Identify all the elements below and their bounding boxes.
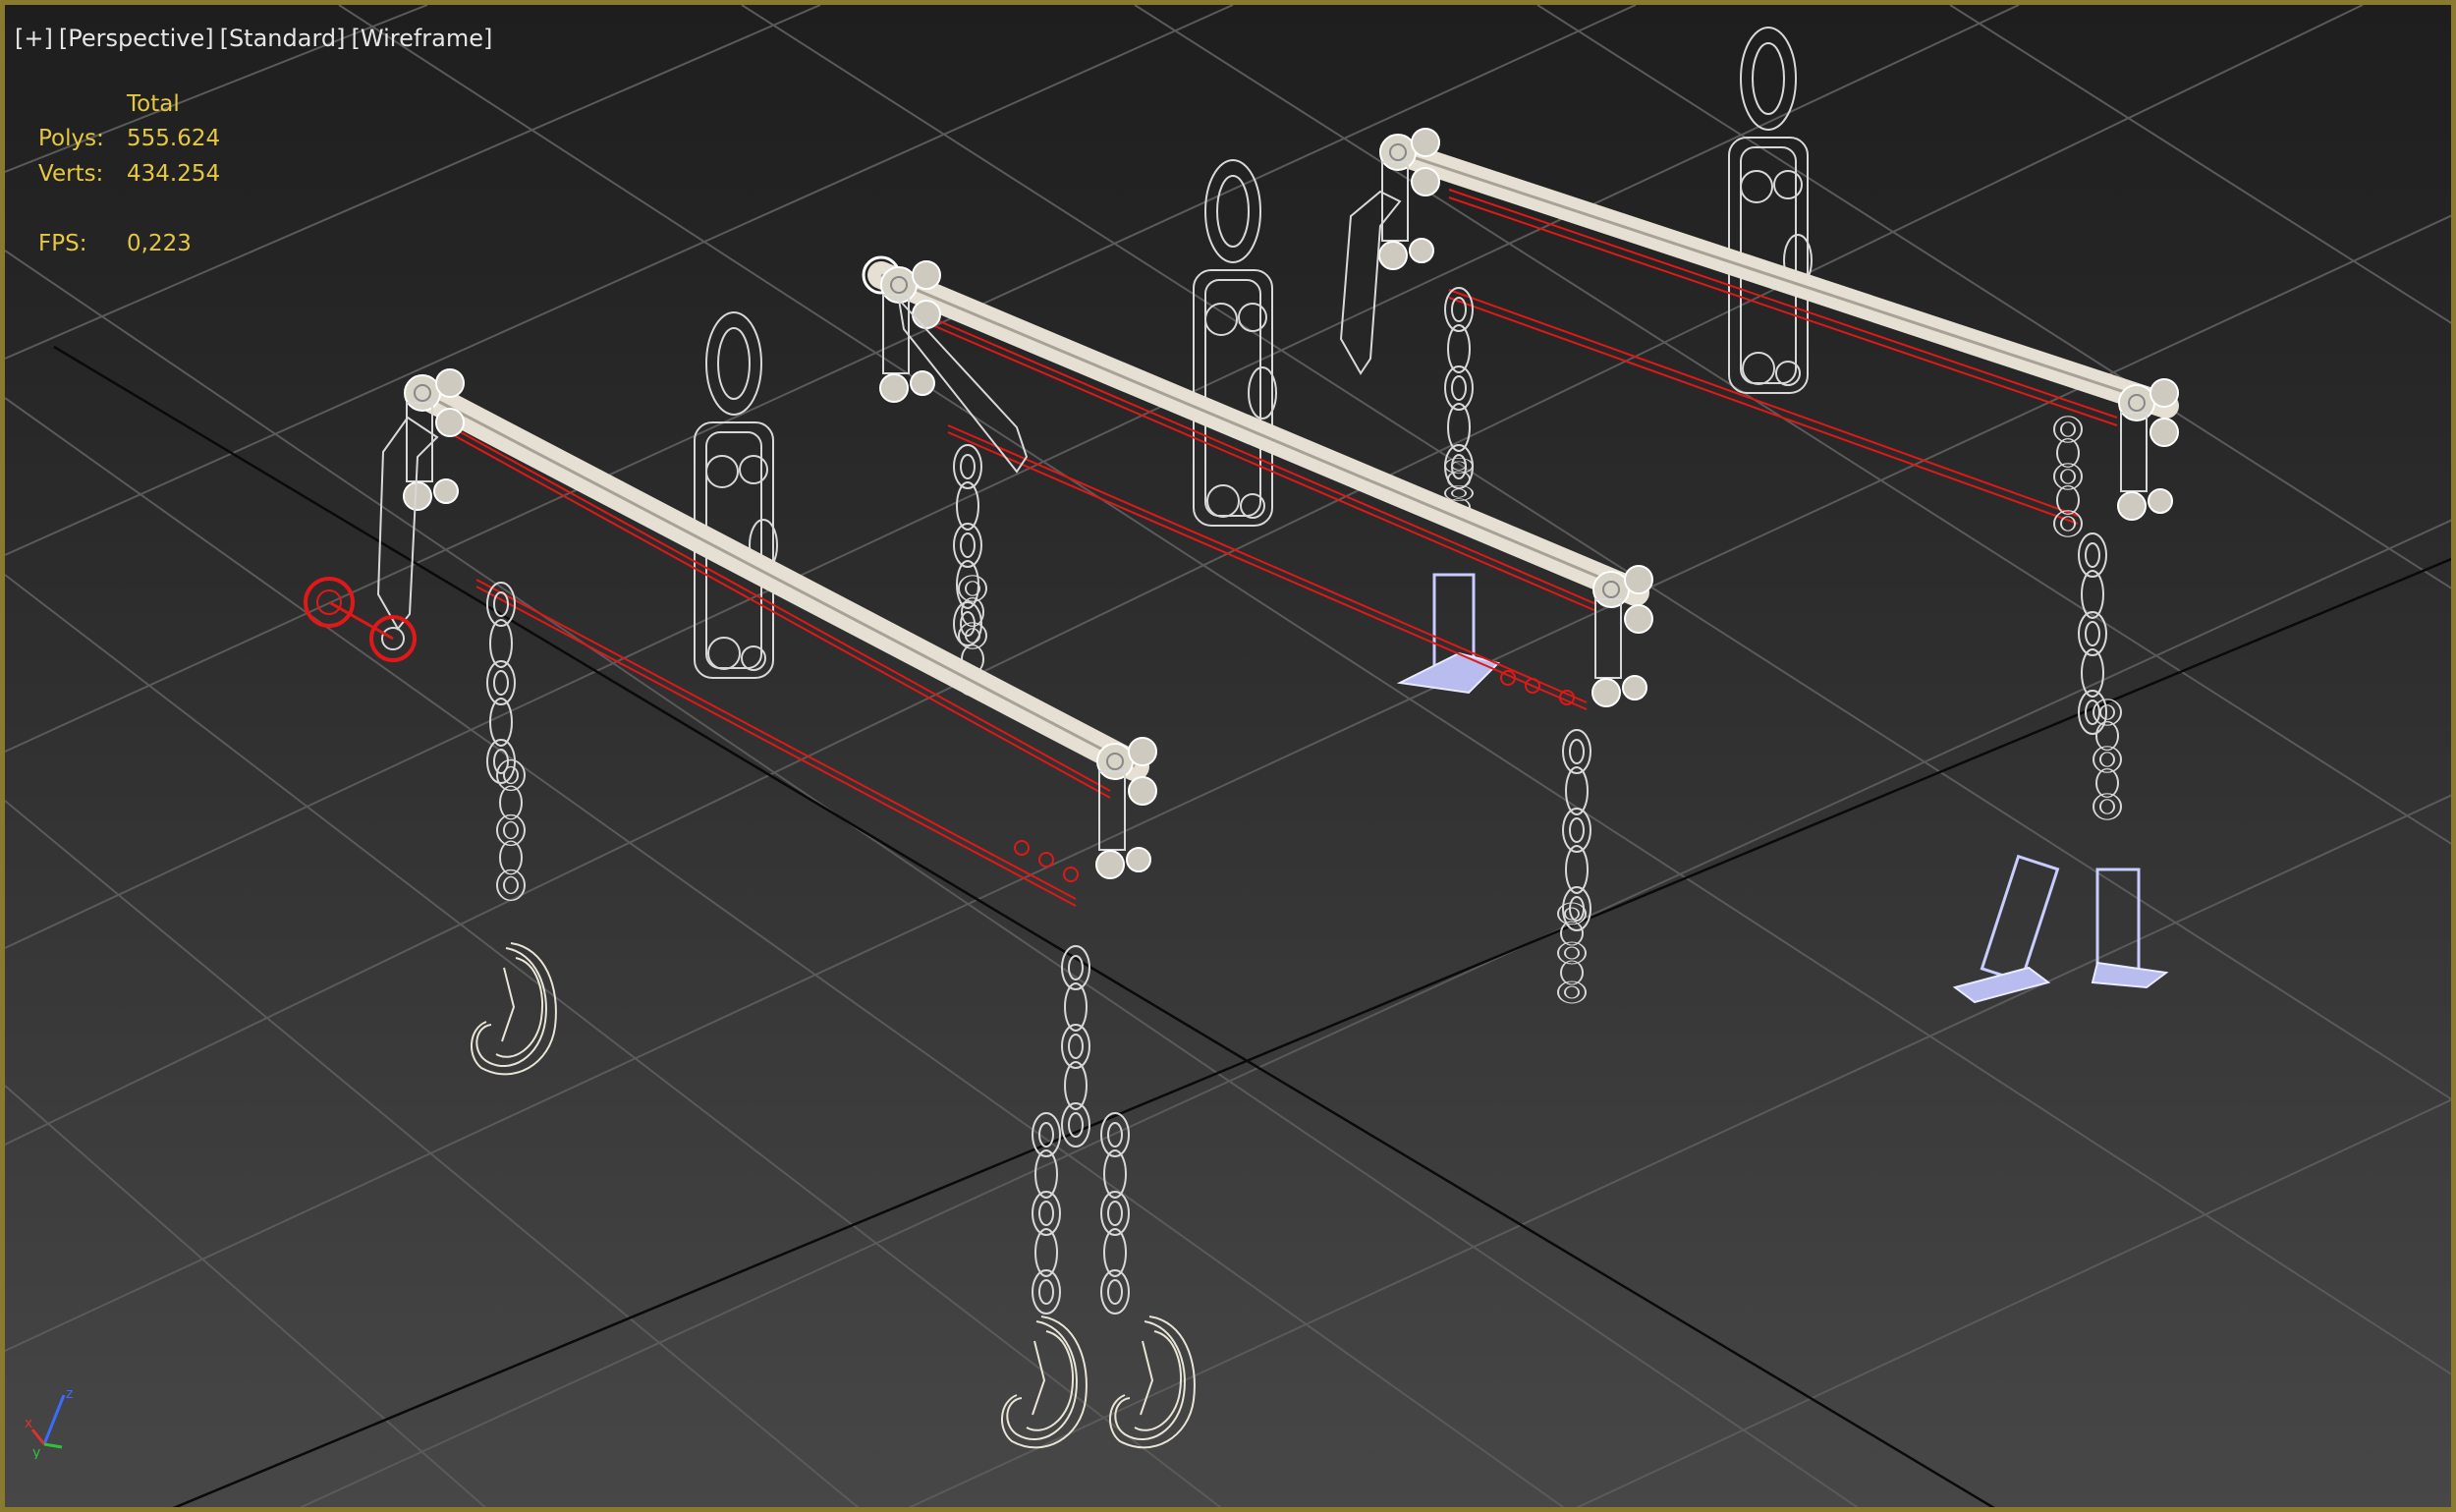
gizmo-z-label: z bbox=[66, 1386, 73, 1402]
crane-rack-front[interactable] bbox=[304, 311, 1196, 1449]
shading-standard-menu[interactable]: [Standard] bbox=[220, 25, 346, 52]
stat-fps-value: 0,223 bbox=[127, 231, 192, 256]
perspective-viewport[interactable]: [+] [Perspective] [Standard] [Wireframe]… bbox=[0, 0, 2456, 1512]
stat-polys-value: 555.624 bbox=[127, 126, 221, 151]
gizmo-y-label: y bbox=[32, 1445, 40, 1459]
stat-verts-label: Verts: bbox=[38, 161, 104, 187]
ground-grid bbox=[5, 5, 2451, 1507]
display-wireframe-menu[interactable]: [Wireframe] bbox=[352, 25, 493, 52]
viewport-label-menu[interactable]: [+] [Perspective] [Standard] [Wireframe] bbox=[15, 25, 492, 52]
crane-rack-middle[interactable] bbox=[862, 159, 1653, 1004]
stat-polys-label: Polys: bbox=[38, 126, 104, 151]
stat-verts-value: 434.254 bbox=[127, 161, 221, 187]
viewport-plus-menu[interactable]: [+] bbox=[15, 25, 53, 52]
axis-gizmo-icon: z x y bbox=[25, 1386, 73, 1459]
scene-canvas[interactable] bbox=[5, 5, 2456, 1512]
stats-total-header: Total bbox=[127, 91, 180, 117]
gizmo-x-label: x bbox=[25, 1416, 32, 1431]
view-perspective-menu[interactable]: [Perspective] bbox=[59, 25, 214, 52]
stat-fps-label: FPS: bbox=[38, 231, 87, 256]
